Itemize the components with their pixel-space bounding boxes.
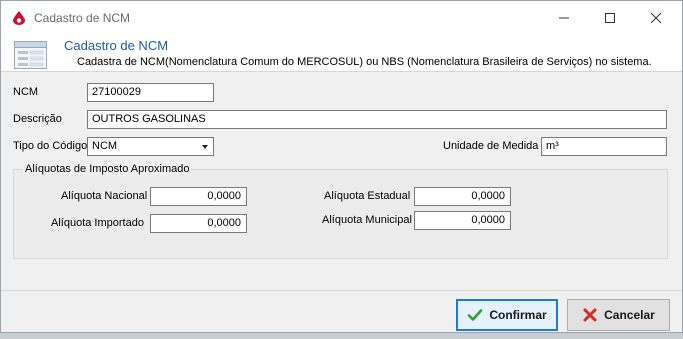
ncm-label: NCM — [13, 86, 39, 98]
cancelar-button[interactable]: Cancelar — [567, 299, 670, 331]
window-title: Cadastro de NCM — [34, 11, 131, 25]
ncm-input[interactable]: 27100029 — [87, 83, 214, 102]
chevron-down-icon — [202, 145, 208, 149]
form-document-icon — [14, 41, 47, 69]
aliquotas-group-title: Alíquotas de Imposto Aproximado — [23, 163, 192, 175]
aliquota-importado-label: Alíquota Importado — [51, 217, 144, 229]
confirmar-label: Confirmar — [489, 308, 547, 322]
tipo-codigo-select[interactable]: NCM — [87, 137, 214, 156]
aliquota-estadual-input[interactable]: 0,0000 — [414, 187, 511, 206]
cancel-x-icon — [583, 308, 597, 322]
minimize-button[interactable] — [541, 1, 587, 35]
drop-app-icon — [13, 11, 25, 25]
tipo-codigo-label: Tipo do Código — [13, 140, 88, 152]
maximize-button[interactable] — [587, 1, 633, 35]
confirmar-button[interactable]: Confirmar — [456, 299, 558, 331]
header-title: Cadastro de NCM — [64, 38, 169, 53]
descricao-input[interactable]: OUTROS GASOLINAS — [87, 110, 667, 129]
footer-divider — [1, 290, 682, 291]
close-icon — [651, 13, 661, 23]
title-bar[interactable]: Cadastro de NCM — [1, 1, 682, 35]
aliquota-importado-input[interactable]: 0,0000 — [150, 214, 247, 233]
aliquota-nacional-input[interactable]: 0,0000 — [150, 187, 247, 206]
header-subtitle: Cadastra de NCM(Nomenclatura Comum do ME… — [77, 56, 652, 68]
checkmark-icon — [468, 309, 483, 321]
dialog-header: Cadastro de NCM Cadastra de NCM(Nomencla… — [1, 35, 682, 72]
maximize-icon — [605, 13, 615, 23]
tipo-codigo-value: NCM — [92, 140, 118, 152]
ncm-dialog-window: Cadastro de NCM Cadastro de NCM Cadastra… — [0, 0, 683, 333]
background-app-strip — [0, 333, 683, 339]
unidade-medida-label: Unidade de Medida — [443, 140, 539, 152]
aliquota-nacional-label: Alíquota Nacional — [61, 190, 148, 202]
aliquota-estadual-label: Alíquota Estadual — [324, 190, 411, 202]
aliquota-municipal-label: Alíquota Municipal — [322, 214, 412, 226]
aliquota-municipal-input[interactable]: 0,0000 — [414, 211, 511, 230]
minimize-icon — [559, 17, 569, 19]
unidade-medida-input[interactable]: m³ — [541, 137, 667, 156]
cancelar-label: Cancelar — [604, 308, 655, 322]
close-button[interactable] — [633, 1, 679, 35]
descricao-label: Descrição — [13, 113, 62, 125]
